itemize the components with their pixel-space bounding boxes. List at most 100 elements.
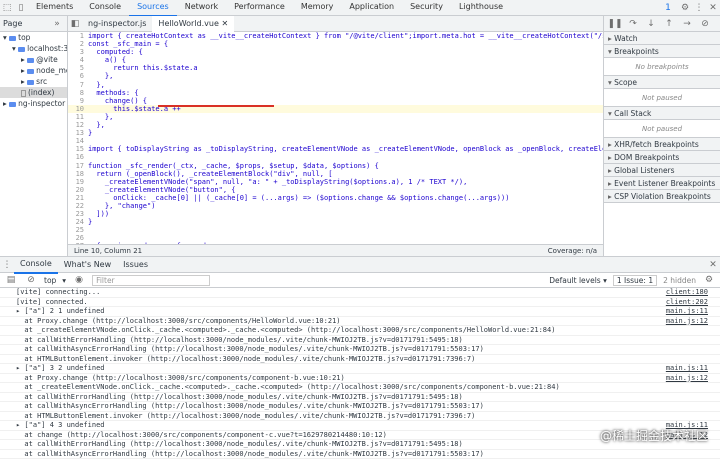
log-levels-select[interactable]: Default levels ▾: [549, 276, 607, 285]
step-out-icon[interactable]: ↑: [662, 17, 676, 31]
code-text: ])): [88, 210, 603, 218]
console-source-link[interactable]: main.js:11: [666, 364, 708, 373]
panel-tab-memory[interactable]: Memory: [293, 0, 342, 17]
line-number[interactable]: 18: [68, 170, 88, 178]
close-drawer-icon[interactable]: ✕: [706, 258, 720, 272]
more-tabs-icon[interactable]: »: [50, 17, 64, 31]
debugger-section[interactable]: XHR/fetch Breakpoints: [604, 138, 720, 151]
step-into-icon[interactable]: ↓: [644, 17, 658, 31]
console-source-link[interactable]: client:202: [666, 298, 708, 307]
line-number[interactable]: 20: [68, 186, 88, 194]
line-number[interactable]: 5: [68, 64, 88, 72]
panel-tab-security[interactable]: Security: [402, 0, 451, 17]
line-number[interactable]: 19: [68, 178, 88, 186]
line-number[interactable]: 17: [68, 162, 88, 170]
code-text: },: [88, 81, 603, 89]
navigator-tab-page[interactable]: Page: [3, 19, 22, 28]
code-line: 11 },: [68, 113, 603, 121]
issues-button[interactable]: 1 Issue: 1: [613, 275, 657, 286]
more-icon[interactable]: ⋮: [692, 1, 706, 15]
inspect-icon[interactable]: ⬚: [0, 1, 14, 15]
close-tab-icon[interactable]: ✕: [221, 16, 228, 32]
line-number[interactable]: 13: [68, 129, 88, 137]
panel-tab-lighthouse[interactable]: Lighthouse: [451, 0, 511, 17]
line-number[interactable]: 12: [68, 121, 88, 129]
step-over-icon[interactable]: ↷: [626, 17, 640, 31]
tree-item-label: localhost:3000: [27, 44, 67, 53]
clear-console-icon[interactable]: ⊘: [24, 273, 38, 287]
issues-badge[interactable]: 1: [658, 1, 678, 15]
debugger-section[interactable]: Event Listener Breakpoints: [604, 177, 720, 190]
console-settings-icon[interactable]: ⚙: [702, 273, 716, 287]
debugger-section[interactable]: DOM Breakpoints: [604, 151, 720, 164]
context-select[interactable]: top: [44, 276, 56, 285]
deactivate-breakpoints-icon[interactable]: ⊘: [698, 17, 712, 31]
line-number[interactable]: 1: [68, 32, 88, 40]
debugger-section[interactable]: CSP Violation Breakpoints: [604, 190, 720, 203]
console-source-link[interactable]: client:180: [666, 288, 708, 297]
debugger-section[interactable]: Call Stack: [604, 107, 720, 120]
console-source-link[interactable]: main.js:12: [666, 374, 708, 383]
line-number[interactable]: 2: [68, 40, 88, 48]
panel-tab-elements[interactable]: Elements: [28, 0, 81, 17]
tree-item[interactable]: ▸ ng-inspector: [0, 98, 67, 109]
line-number[interactable]: 14: [68, 137, 88, 145]
file-navigator: Page » ▾ top▾ localhost:3000▸ @vite▸ node…: [0, 16, 68, 256]
tree-item[interactable]: (index): [0, 87, 67, 98]
debugger-section[interactable]: Scope: [604, 76, 720, 89]
device-icon[interactable]: ▯: [14, 1, 28, 15]
tree-item[interactable]: ▸ src: [0, 76, 67, 87]
eye-icon[interactable]: ◉: [72, 273, 86, 287]
panel-tab-sources[interactable]: Sources: [129, 0, 177, 17]
drawer-tab-whats-new[interactable]: What's New: [58, 257, 117, 273]
console-filter-input[interactable]: Filter: [92, 275, 210, 286]
line-number[interactable]: 25: [68, 226, 88, 234]
code-view[interactable]: 1import { createHotContext as __vite__cr…: [68, 32, 603, 244]
line-number[interactable]: 9: [68, 97, 88, 105]
panel-tab-performance[interactable]: Performance: [226, 0, 293, 17]
step-icon[interactable]: →: [680, 17, 694, 31]
code-text: a() {: [88, 56, 603, 64]
panel-tab-application[interactable]: Application: [341, 0, 402, 17]
console-source-link[interactable]: main.js:12: [666, 317, 708, 326]
debugger-section[interactable]: Global Listeners: [604, 164, 720, 177]
editor-tab-helloworld[interactable]: HelloWorld.vue ✕: [152, 16, 234, 32]
console-text: at Proxy.change (http://localhost:3000/s…: [16, 374, 345, 382]
editor-tab-ng-inspector[interactable]: ng-inspector.js: [82, 16, 152, 32]
debugger-section[interactable]: Watch: [604, 32, 720, 45]
line-number[interactable]: 4: [68, 56, 88, 64]
line-number[interactable]: 23: [68, 210, 88, 218]
line-number[interactable]: 15: [68, 145, 88, 153]
line-number[interactable]: 22: [68, 202, 88, 210]
panel-tab-network[interactable]: Network: [177, 0, 226, 17]
cursor-position: Line 10, Column 21: [74, 247, 142, 255]
line-number[interactable]: 11: [68, 113, 88, 121]
line-number[interactable]: 21: [68, 194, 88, 202]
line-number[interactable]: 6: [68, 72, 88, 80]
sidebar-toggle-icon[interactable]: ▤: [4, 273, 18, 287]
close-icon[interactable]: ✕: [706, 1, 720, 15]
tree-item[interactable]: ▾ localhost:3000: [0, 43, 67, 54]
panel-tab-console[interactable]: Console: [81, 0, 129, 17]
line-number[interactable]: 3: [68, 48, 88, 56]
line-number[interactable]: 16: [68, 153, 88, 161]
code-text: }: [88, 218, 603, 226]
toggle-navigator-icon[interactable]: ◧: [68, 17, 82, 31]
line-number[interactable]: 10: [68, 105, 88, 113]
console-source-link[interactable]: main.js:11: [666, 307, 708, 316]
tree-item[interactable]: ▸ @vite: [0, 54, 67, 65]
drawer-menu-icon[interactable]: ⋮: [0, 258, 14, 272]
debugger-section[interactable]: Breakpoints: [604, 45, 720, 58]
code-text: [88, 153, 603, 161]
gear-icon[interactable]: ⚙: [678, 1, 692, 15]
drawer-tab-console[interactable]: Console: [14, 256, 58, 274]
line-number[interactable]: 26: [68, 234, 88, 242]
folder-icon: [9, 102, 16, 107]
pause-icon[interactable]: ❚❚: [608, 17, 622, 31]
tree-item[interactable]: ▸ node_modules: [0, 65, 67, 76]
tree-item[interactable]: ▾ top: [0, 32, 67, 43]
line-number[interactable]: 24: [68, 218, 88, 226]
drawer-tab-issues[interactable]: Issues: [117, 257, 154, 273]
line-number[interactable]: 8: [68, 89, 88, 97]
line-number[interactable]: 7: [68, 81, 88, 89]
